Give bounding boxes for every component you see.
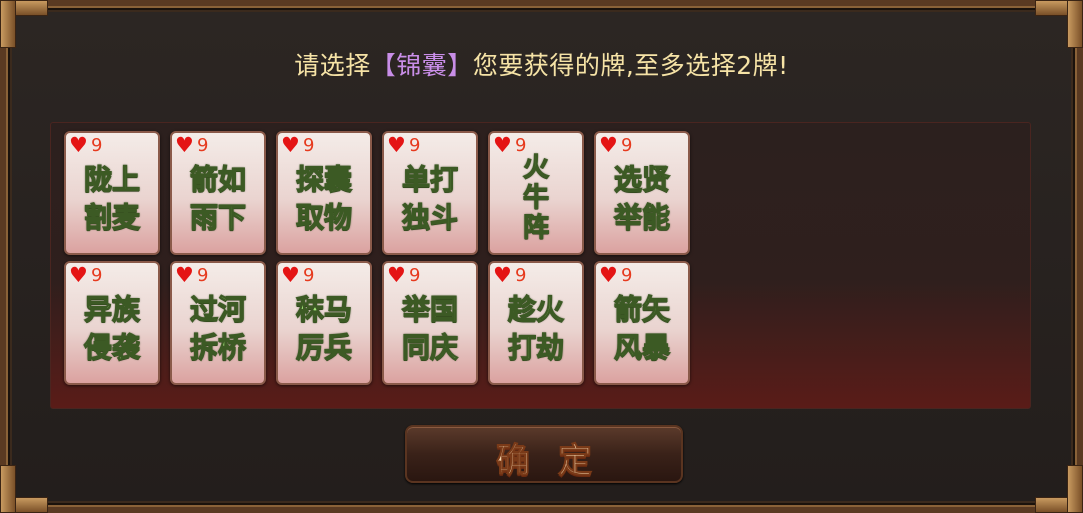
card-name-line: 举国: [401, 292, 458, 326]
card-name-line: 独斗: [401, 200, 458, 234]
card-7[interactable]: ♥ 9 异族侵袭: [64, 261, 160, 385]
card-name-line: 同庆: [401, 330, 458, 364]
card-name-line: 厉兵: [295, 330, 352, 364]
card-6[interactable]: ♥ 9 选贤举能: [594, 131, 690, 255]
card-name-line: 风暴: [613, 330, 670, 364]
heart-suit-icon: ♥: [599, 263, 618, 287]
heart-suit-icon: ♥: [175, 133, 194, 157]
card-name-line: 拆桥: [189, 330, 246, 364]
card-name-line: 取物: [295, 200, 352, 234]
confirm-button-label: 确定: [496, 441, 620, 482]
card-rank: 9: [197, 135, 209, 156]
card-name-line: 雨下: [189, 200, 246, 234]
frame-corner-bottom-right-v: [1067, 465, 1083, 513]
card-rank: 9: [409, 135, 421, 156]
prompt-text-after: 您要获得的牌,至多选择2牌!: [472, 51, 789, 80]
card-name: 趁火 打劫: [490, 291, 582, 367]
card-name-line: 陇上: [83, 162, 140, 196]
card-name: 火牛阵: [490, 152, 582, 243]
heart-suit-icon: ♥: [281, 133, 300, 157]
card-name-line: 箭矢: [613, 292, 670, 326]
card-name-line: 箭如: [189, 162, 246, 196]
prompt-highlight: 【锦囊】: [370, 51, 473, 80]
card-name-line: 举能: [613, 200, 670, 234]
prompt-text-before: 请选择: [294, 51, 371, 80]
card-name-line: 火: [522, 152, 549, 183]
card-9[interactable]: ♥ 9 秣马厉兵: [276, 261, 372, 385]
frame-corner-top-right-v: [1067, 0, 1083, 48]
heart-suit-icon: ♥: [599, 133, 618, 157]
card-name: 秣马 厉兵: [278, 291, 370, 367]
card-name-line: 趁火: [507, 292, 564, 326]
card-1[interactable]: ♥ 9 陇上割麦: [64, 131, 160, 255]
card-8[interactable]: ♥ 9 过河拆桥: [170, 261, 266, 385]
card-rank: 9: [91, 265, 103, 286]
heart-suit-icon: ♥: [69, 133, 88, 157]
card-name: 箭矢 风暴: [596, 291, 688, 367]
card-11[interactable]: ♥ 9 趁火打劫: [488, 261, 584, 385]
heart-suit-icon: ♥: [493, 263, 512, 287]
card-10[interactable]: ♥ 9 举国同庆: [382, 261, 478, 385]
heart-suit-icon: ♥: [175, 263, 194, 287]
card-rank: 9: [515, 265, 527, 286]
card-name-line: 探囊: [295, 162, 352, 196]
card-4[interactable]: ♥ 9 单打独斗: [382, 131, 478, 255]
card-rank: 9: [409, 265, 421, 286]
card-name: 箭如 雨下: [172, 161, 264, 237]
card-12[interactable]: ♥ 9 箭矢风暴: [594, 261, 690, 385]
card-name: 单打 独斗: [384, 161, 476, 237]
heart-suit-icon: ♥: [281, 263, 300, 287]
card-rank: 9: [91, 135, 103, 156]
card-name-line: 单打: [401, 162, 458, 196]
card-3[interactable]: ♥ 9 探囊取物: [276, 131, 372, 255]
card-name: 异族 侵袭: [66, 291, 158, 367]
card-rank: 9: [303, 135, 315, 156]
card-rank: 9: [197, 265, 209, 286]
card-rank: 9: [303, 265, 315, 286]
heart-suit-icon: ♥: [387, 263, 406, 287]
card-name: 陇上 割麦: [66, 161, 158, 237]
card-name-line: 牛: [522, 182, 549, 213]
frame-corner-top-left-v: [0, 0, 16, 48]
card-name: 探囊 取物: [278, 161, 370, 237]
card-name: 举国 同庆: [384, 291, 476, 367]
card-name: 过河 拆桥: [172, 291, 264, 367]
card-name-line: 异族: [83, 292, 140, 326]
card-name-line: 选贤: [613, 162, 670, 196]
card-rank: 9: [621, 265, 633, 286]
confirm-button[interactable]: 确定: [405, 425, 683, 483]
card-rank: 9: [621, 135, 633, 156]
card-name-line: 秣马: [295, 292, 352, 326]
heart-suit-icon: ♥: [69, 263, 88, 287]
heart-suit-icon: ♥: [387, 133, 406, 157]
card-name-line: 侵袭: [83, 330, 140, 364]
card-name-line: 阵: [522, 212, 549, 243]
card-name-line: 割麦: [83, 200, 140, 234]
selection-prompt: 请选择【锦囊】您要获得的牌,至多选择2牌!: [0, 46, 1083, 82]
card-name-line: 过河: [189, 292, 246, 326]
card-name-line: 打劫: [507, 330, 564, 364]
card-name: 选贤 举能: [596, 161, 688, 237]
card-5[interactable]: ♥ 9 火牛阵: [488, 131, 584, 255]
frame-corner-bottom-left-v: [0, 465, 16, 513]
card-2[interactable]: ♥ 9 箭如雨下: [170, 131, 266, 255]
